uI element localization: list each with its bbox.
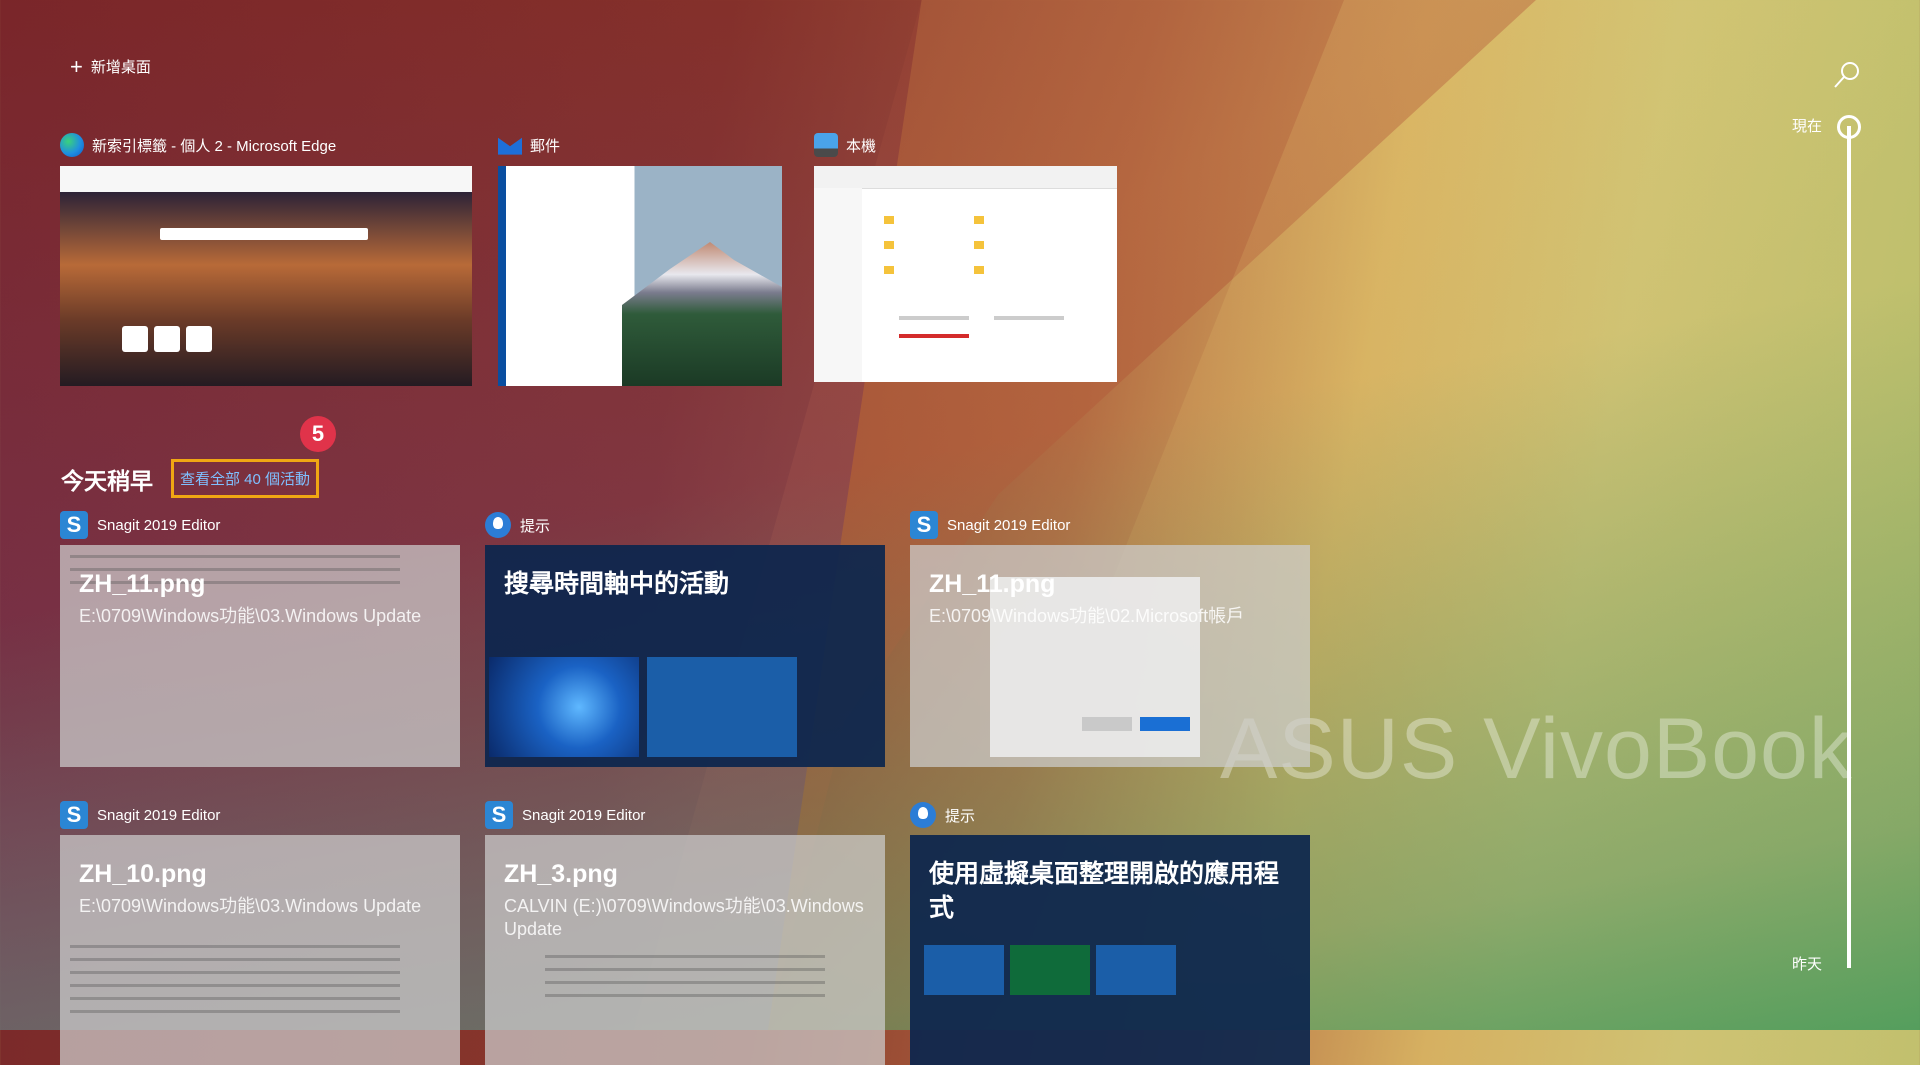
this-pc-icon	[814, 133, 838, 157]
activity-preview[interactable]: ZH_10.png E:\0709\Windows功能\03.Windows U…	[60, 835, 460, 1065]
folder-icon	[884, 241, 894, 249]
plus-icon: +	[70, 53, 83, 79]
activity-card[interactable]: S Snagit 2019 Editor ZH_11.png E:\0709\W…	[910, 510, 1310, 767]
folder-icon	[884, 216, 894, 224]
preview-screenshot	[489, 657, 639, 757]
window-this-pc[interactable]: 本機	[814, 130, 1117, 382]
view-all-activities-link[interactable]: 查看全部 40 個活動	[171, 459, 320, 498]
edge-icon	[60, 133, 84, 157]
activity-title: 使用虛擬桌面整理開啟的應用程式	[929, 860, 1280, 922]
activity-title: 搜尋時間軸中的活動	[504, 570, 730, 598]
window-title: 新索引標籤 - 個人 2 - Microsoft Edge	[92, 137, 337, 155]
activity-title: ZH_11.png	[929, 570, 1056, 598]
wallpaper-watermark: ASUS VivoBook	[1220, 701, 1853, 797]
mail-sidebar	[498, 166, 506, 386]
window-edge[interactable]: 新索引標籤 - 個人 2 - Microsoft Edge	[60, 130, 472, 386]
snagit-icon: S	[910, 511, 938, 539]
activity-subtitle: E:\0709\Windows功能\02.Microsoft帳戶	[929, 606, 1245, 626]
mountain-image	[622, 242, 782, 386]
explorer-ribbon	[814, 166, 1117, 189]
activity-preview[interactable]: ZH_3.png CALVIN (E:)\0709\Windows功能\03.W…	[485, 835, 885, 1065]
activity-card[interactable]: S Snagit 2019 Editor ZH_11.png E:\0709\W…	[60, 510, 460, 767]
activity-subtitle: E:\0709\Windows功能\03.Windows Update	[79, 896, 422, 916]
folder-icon	[974, 266, 984, 274]
preview-tile	[1096, 945, 1176, 995]
window-title: 郵件	[530, 137, 561, 155]
activity-card[interactable]: 提示 使用虛擬桌面整理開啟的應用程式	[910, 800, 1310, 1065]
preview-button	[1140, 717, 1190, 731]
activity-title: ZH_3.png	[504, 860, 618, 888]
folder-icon	[974, 241, 984, 249]
activity-app-name: 提示	[520, 517, 551, 535]
new-desktop-button[interactable]: + 新增桌面	[70, 53, 151, 79]
step-badge: 5	[300, 416, 336, 452]
activity-app-name: 提示	[945, 807, 976, 825]
folder-icon	[974, 216, 984, 224]
preview-tile	[1010, 945, 1090, 995]
drive-usage-bar	[899, 334, 969, 338]
folder-icon	[884, 266, 894, 274]
preview-content	[70, 945, 400, 1023]
activity-preview[interactable]: ZH_11.png E:\0709\Windows功能\02.Microsoft…	[910, 545, 1310, 767]
window-title: 本機	[846, 137, 877, 155]
edge-quick-links	[122, 326, 212, 352]
tips-icon	[910, 802, 936, 828]
window-thumbnail[interactable]	[498, 166, 782, 386]
mail-icon	[498, 137, 522, 155]
window-thumbnail[interactable]	[60, 166, 472, 386]
timeline-yesterday-label: 昨天	[1792, 956, 1823, 973]
snagit-icon: S	[60, 801, 88, 829]
timeline-now-label: 現在	[1792, 118, 1823, 135]
activity-preview[interactable]: 搜尋時間軸中的活動	[485, 545, 885, 767]
edge-search-box	[160, 228, 368, 240]
snagit-icon: S	[485, 801, 513, 829]
activity-title: ZH_10.png	[79, 860, 207, 888]
activity-title: ZH_11.png	[79, 570, 206, 598]
activity-card[interactable]: S Snagit 2019 Editor ZH_10.png E:\0709\W…	[60, 800, 460, 1065]
new-desktop-label: 新增桌面	[90, 59, 151, 76]
timeline-scrollbar[interactable]	[1847, 126, 1851, 968]
drive-usage-bar	[994, 316, 1064, 320]
activity-app-name: Snagit 2019 Editor	[947, 516, 1071, 534]
activity-subtitle: E:\0709\Windows功能\03.Windows Update	[79, 606, 422, 626]
activity-preview[interactable]: ZH_11.png E:\0709\Windows功能\03.Windows U…	[60, 545, 460, 767]
preview-tile	[924, 945, 1004, 995]
snagit-icon: S	[60, 511, 88, 539]
tips-icon	[485, 512, 511, 538]
preview-content	[545, 955, 825, 1007]
activity-card[interactable]: 提示 搜尋時間軸中的活動	[485, 510, 885, 767]
explorer-nav-pane	[814, 188, 862, 382]
activity-app-name: Snagit 2019 Editor	[97, 806, 221, 824]
search-icon[interactable]	[1832, 60, 1862, 90]
timeline-handle[interactable]	[1837, 115, 1861, 139]
activity-app-name: Snagit 2019 Editor	[97, 516, 221, 534]
activity-preview[interactable]: 使用虛擬桌面整理開啟的應用程式	[910, 835, 1310, 1065]
drive-usage-bar	[899, 316, 969, 320]
preview-dialog	[990, 577, 1200, 757]
activity-card[interactable]: S Snagit 2019 Editor ZH_3.png CALVIN (E:…	[485, 800, 885, 1065]
activity-subtitle: CALVIN (E:)\0709\Windows功能\03.Windows Up…	[504, 896, 864, 939]
preview-button	[1082, 717, 1132, 731]
preview-panel	[647, 657, 797, 757]
activity-app-name: Snagit 2019 Editor	[522, 806, 646, 824]
window-thumbnail[interactable]	[814, 166, 1117, 382]
section-title: 今天稍早	[61, 468, 153, 494]
window-mail[interactable]: 郵件	[498, 130, 782, 386]
